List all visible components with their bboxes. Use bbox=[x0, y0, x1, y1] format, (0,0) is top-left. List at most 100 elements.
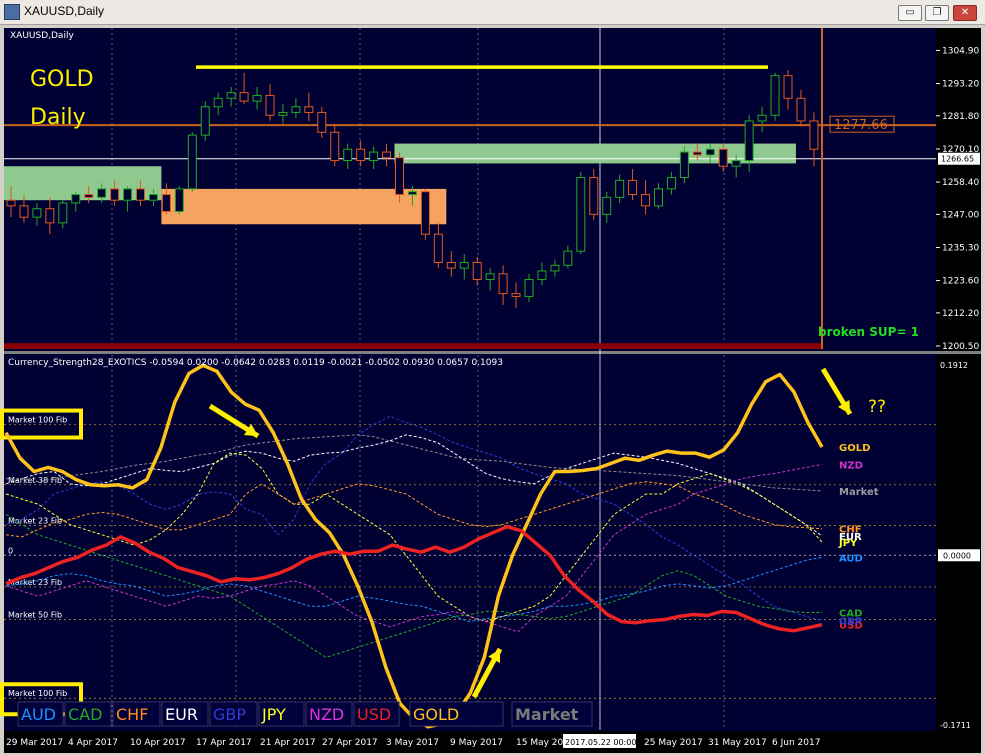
candle-body bbox=[511, 293, 521, 297]
candle-body bbox=[317, 111, 327, 133]
candle-body bbox=[524, 278, 534, 297]
panel-divider bbox=[4, 351, 981, 354]
chart-canvas[interactable]: 1304.901293.201281.801270.101258.401247.… bbox=[0, 24, 985, 755]
window-title: XAUUSD,Daily bbox=[24, 4, 105, 18]
candle-body bbox=[226, 92, 236, 99]
legend-usd[interactable]: USD bbox=[357, 705, 391, 724]
candle-body bbox=[291, 106, 301, 113]
time-axis-label: 2017.05.22 00:00 bbox=[565, 738, 636, 747]
series-end-label: GOLD bbox=[839, 443, 870, 454]
candle-body bbox=[757, 114, 767, 122]
terminal-window: XAUUSD,Daily ▭ ❐ ✕ 1304.90 1293.20 1281.80… bbox=[0, 0, 985, 755]
candle-body bbox=[705, 148, 715, 156]
candle-body bbox=[654, 188, 663, 207]
candle-body bbox=[200, 106, 210, 136]
candle-body bbox=[550, 264, 560, 272]
price-tag-label: 1277.66 bbox=[834, 118, 888, 133]
candle-body bbox=[45, 208, 55, 224]
candle-body bbox=[407, 191, 417, 196]
series-end-label: JPY bbox=[838, 538, 858, 549]
candle-body bbox=[395, 157, 404, 196]
candle-body bbox=[356, 148, 366, 162]
price-axis-label: 1304.90 bbox=[942, 46, 979, 56]
time-axis-label: 3 May 2017 bbox=[386, 738, 439, 748]
candle-body bbox=[485, 273, 495, 280]
legend-aud[interactable]: AUD bbox=[21, 705, 56, 724]
candle-body bbox=[770, 75, 780, 116]
time-axis-label: 15 May 20 bbox=[516, 738, 564, 748]
candle-body bbox=[641, 194, 651, 207]
legend-gbp[interactable]: GBP bbox=[213, 705, 246, 724]
candle-body bbox=[615, 179, 625, 198]
candle-body bbox=[382, 151, 392, 159]
candle-body bbox=[32, 208, 42, 218]
legend-chf[interactable]: CHF bbox=[116, 705, 148, 724]
candle-body bbox=[420, 191, 430, 235]
legend-nzd[interactable]: NZD bbox=[309, 705, 344, 724]
price-axis-label: 1200.50 bbox=[942, 342, 979, 352]
candle-body bbox=[809, 120, 819, 150]
time-axis-label: 31 May 2017 bbox=[708, 738, 767, 748]
minimize-button[interactable]: ▭ bbox=[898, 5, 922, 21]
legend-market[interactable]: Market bbox=[515, 705, 579, 724]
candle-body bbox=[252, 94, 262, 102]
candle-body bbox=[731, 160, 741, 167]
price-axis-label: 1258.40 bbox=[942, 178, 979, 188]
candle-body bbox=[744, 120, 754, 162]
title-bar: XAUUSD,Daily ▭ ❐ ✕ bbox=[0, 0, 985, 25]
series-end-label: AUD bbox=[839, 553, 863, 564]
candle-body bbox=[58, 202, 68, 224]
time-axis-label: 6 Jun 2017 bbox=[772, 738, 820, 748]
candle-body bbox=[278, 111, 288, 116]
time-axis-label: 10 Apr 2017 bbox=[130, 738, 186, 748]
legend-eur[interactable]: EUR bbox=[165, 705, 198, 724]
indicator-axis-background bbox=[936, 354, 981, 731]
broken-support-label: broken SUP= 1 bbox=[818, 325, 919, 339]
candle-body bbox=[602, 196, 612, 215]
candle-body bbox=[304, 106, 314, 113]
candle-body bbox=[239, 92, 249, 102]
candle-body bbox=[679, 151, 689, 179]
restore-button[interactable]: ❐ bbox=[925, 5, 949, 21]
gold-annotation: GOLD bbox=[30, 67, 94, 92]
candle-body bbox=[343, 148, 353, 162]
price-axis-label: 1223.60 bbox=[942, 277, 979, 287]
price-axis-background bbox=[936, 28, 981, 351]
time-axis-label: 21 Apr 2017 bbox=[260, 738, 316, 748]
candle-body bbox=[459, 261, 469, 269]
candle-body bbox=[265, 94, 275, 116]
candle-body bbox=[84, 194, 94, 198]
price-axis-label: 1212.20 bbox=[942, 309, 979, 319]
candle-body bbox=[796, 97, 806, 122]
candle-body bbox=[718, 148, 728, 167]
broken-support-band bbox=[4, 343, 822, 349]
indicator-axis-label: 0.1912 bbox=[940, 361, 968, 370]
price-panel-header: XAUUSD,Daily bbox=[10, 31, 74, 41]
time-axis-label: 4 Apr 2017 bbox=[68, 738, 118, 748]
series-end-label: NZD bbox=[839, 460, 863, 471]
candle-body bbox=[161, 194, 171, 213]
close-button[interactable]: ✕ bbox=[953, 5, 977, 21]
indicator-header: Currency_Strength28_EXOTICS -0.0594 0.02… bbox=[8, 358, 503, 368]
candle-body bbox=[563, 250, 573, 266]
candle-body bbox=[148, 194, 158, 201]
candle-body bbox=[136, 188, 145, 201]
series-end-label: GBP bbox=[839, 617, 862, 628]
time-axis-label: 29 Mar 2017 bbox=[6, 738, 63, 748]
candle-body bbox=[71, 194, 81, 204]
fib-level-label: 0 bbox=[8, 546, 13, 555]
candle-body bbox=[576, 177, 586, 252]
indicator-axis-label: -0.1711 bbox=[940, 721, 971, 730]
legend-cad[interactable]: CAD bbox=[68, 705, 102, 724]
legend-gold[interactable]: GOLD bbox=[413, 705, 459, 724]
fib-level-label: Market 100 Fib bbox=[8, 416, 67, 425]
candle-body bbox=[213, 97, 223, 108]
candle-body bbox=[498, 273, 508, 295]
series-end-label: Market bbox=[839, 487, 879, 498]
time-axis-label: 9 May 2017 bbox=[450, 738, 503, 748]
candle-body bbox=[330, 131, 340, 162]
candle-body bbox=[666, 177, 676, 190]
current-price-label: 1266.65 bbox=[941, 155, 974, 164]
candle-body bbox=[783, 75, 793, 99]
legend-jpy[interactable]: JPY bbox=[261, 705, 286, 724]
